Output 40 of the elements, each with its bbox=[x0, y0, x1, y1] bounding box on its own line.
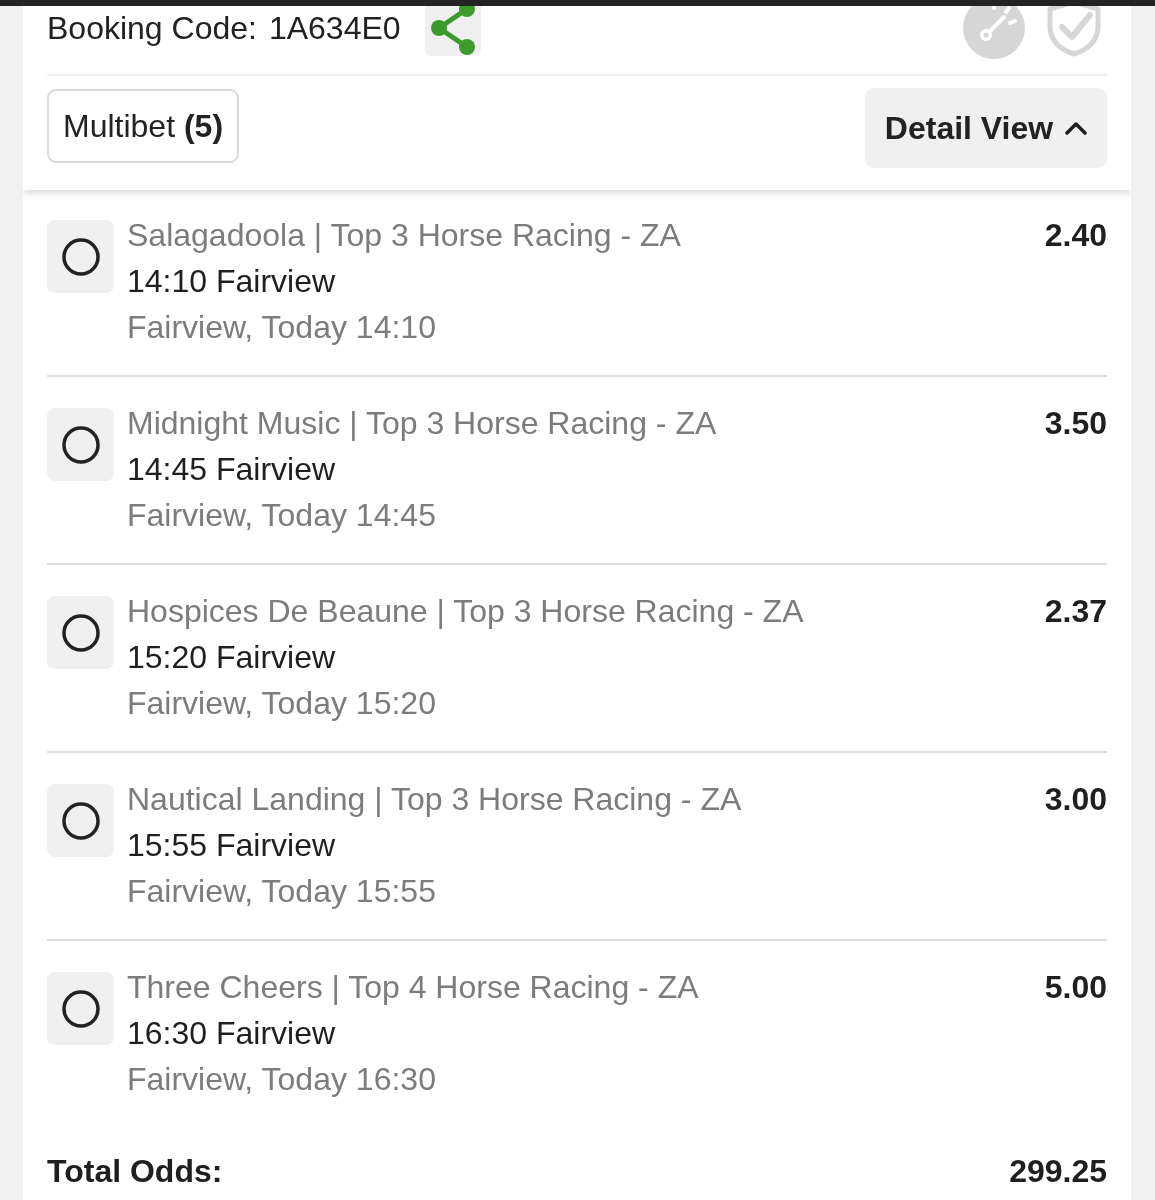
shield-check-icon[interactable] bbox=[1045, 6, 1103, 57]
detail-view-button[interactable]: Detail View bbox=[865, 88, 1107, 168]
radio-icon bbox=[61, 613, 100, 652]
booking-code: 1A634E0 bbox=[268, 9, 401, 47]
radio-icon bbox=[61, 237, 100, 276]
odds-value: 3.00 bbox=[1044, 780, 1107, 819]
race-name: 16:30 Fairview bbox=[127, 1014, 337, 1053]
radio-button[interactable] bbox=[47, 784, 114, 857]
race-time: Fairview, Today 14:45 bbox=[127, 496, 437, 535]
radio-button[interactable] bbox=[47, 220, 114, 293]
race-name: 14:10 Fairview bbox=[127, 262, 337, 301]
selection-title: Salagadoola | Top 3 Horse Racing - ZA bbox=[127, 216, 682, 255]
race-time: Fairview, Today 14:10 bbox=[127, 308, 437, 347]
caret-icon bbox=[1065, 121, 1088, 135]
radio-icon bbox=[61, 425, 100, 464]
radio-icon bbox=[61, 801, 100, 840]
share-button[interactable] bbox=[424, 6, 481, 56]
odds-value: 5.00 bbox=[1044, 968, 1107, 1007]
radio-button[interactable] bbox=[47, 596, 114, 669]
selection-title: Hospices De Beaune | Top 3 Horse Racing - ZA bbox=[127, 592, 805, 631]
race-name: 15:20 Fairview bbox=[127, 638, 337, 677]
total-odds-value: 299.25 bbox=[1009, 1152, 1107, 1191]
multibet-button[interactable]: Multibet (5) bbox=[47, 89, 240, 163]
booking-code-label: Booking Code: bbox=[47, 9, 257, 47]
radio-button[interactable] bbox=[47, 972, 114, 1045]
race-time: Fairview, Today 15:55 bbox=[127, 872, 437, 911]
share-icon bbox=[429, 6, 476, 55]
race-name: 15:55 Fairview bbox=[127, 826, 337, 865]
selection-title: Nautical Landing | Top 3 Horse Racing - ZA bbox=[127, 780, 743, 819]
race-name: 14:45 Fairview bbox=[127, 450, 337, 489]
radio-icon bbox=[61, 989, 100, 1028]
odds-value: 2.40 bbox=[1044, 216, 1107, 255]
radio-button[interactable] bbox=[47, 408, 114, 481]
selection-title: Three Cheers | Top 4 Horse Racing - ZA bbox=[127, 968, 700, 1007]
odds-value: 2.37 bbox=[1044, 592, 1107, 631]
selection-title: Midnight Music | Top 3 Horse Racing - ZA bbox=[127, 404, 718, 443]
race-time: Fairview, Today 16:30 bbox=[127, 1060, 437, 1099]
odds-value: 3.50 bbox=[1044, 404, 1107, 443]
race-time: Fairview, Today 15:20 bbox=[127, 684, 437, 723]
total-odds-label: Total Odds: bbox=[47, 1152, 223, 1191]
